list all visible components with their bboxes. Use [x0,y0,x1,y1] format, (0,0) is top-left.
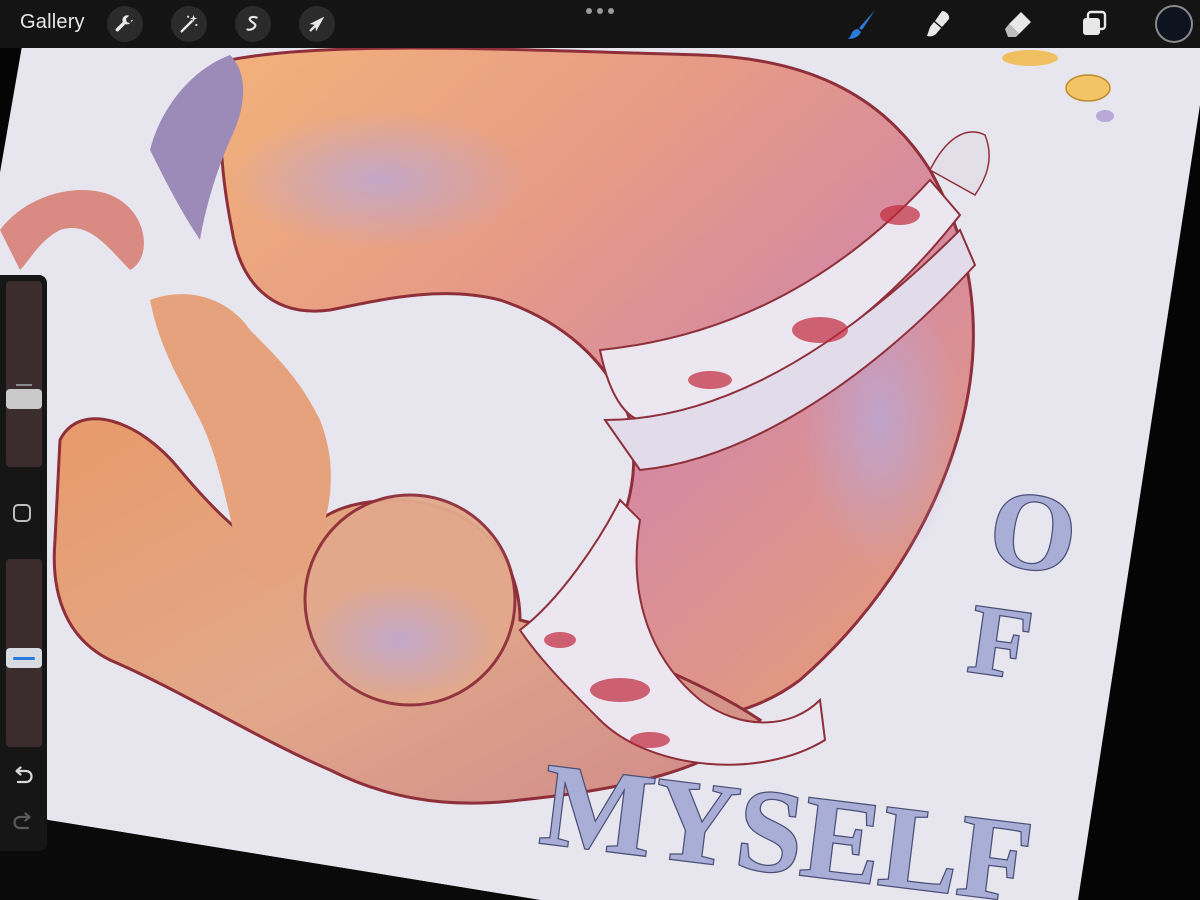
brush-size-handle[interactable] [6,389,42,409]
top-toolbar: Gallery [0,0,1200,48]
eraser-tool-button[interactable] [998,4,1038,44]
brush-tool-button[interactable] [842,4,882,44]
left-sidebar [0,275,47,851]
dot-icon [597,8,603,14]
undo-icon [15,766,33,784]
actions-button[interactable] [107,6,143,42]
artwork[interactable]: O F MYSELF [0,0,1200,900]
bruise-tail [305,580,495,700]
transform-button[interactable] [299,6,335,42]
more-options-button[interactable] [586,3,614,19]
magic-wand-icon [180,14,198,33]
adjustments-button[interactable] [171,6,207,42]
redo-icon [13,812,31,830]
opacity-slider[interactable] [6,559,42,747]
drawing-canvas[interactable]: O F MYSELF [0,0,1200,900]
dot-icon [608,8,614,14]
bruise-upper [230,110,530,250]
brush-icon [848,10,875,39]
wrench-icon [115,15,134,32]
arrow-cursor-icon [309,16,325,32]
artwork-letter-o: O [982,465,1084,598]
undo-button[interactable] [10,762,36,788]
dot-icon [586,8,592,14]
color-swatch-button[interactable] [1155,5,1193,43]
brush-size-slider[interactable] [6,281,42,467]
layers-button[interactable] [1074,4,1114,44]
gallery-button[interactable]: Gallery [20,11,85,34]
redo-button[interactable] [10,808,36,834]
selection-button[interactable] [235,6,271,42]
smudge-icon [927,11,950,37]
selection-icon [246,15,258,31]
opacity-handle[interactable] [6,648,42,668]
layers-icon [1083,10,1107,35]
brush-size-tick [16,384,32,386]
modify-square-button[interactable] [13,504,31,522]
smudge-tool-button[interactable] [918,4,958,44]
eraser-icon [1005,12,1031,37]
